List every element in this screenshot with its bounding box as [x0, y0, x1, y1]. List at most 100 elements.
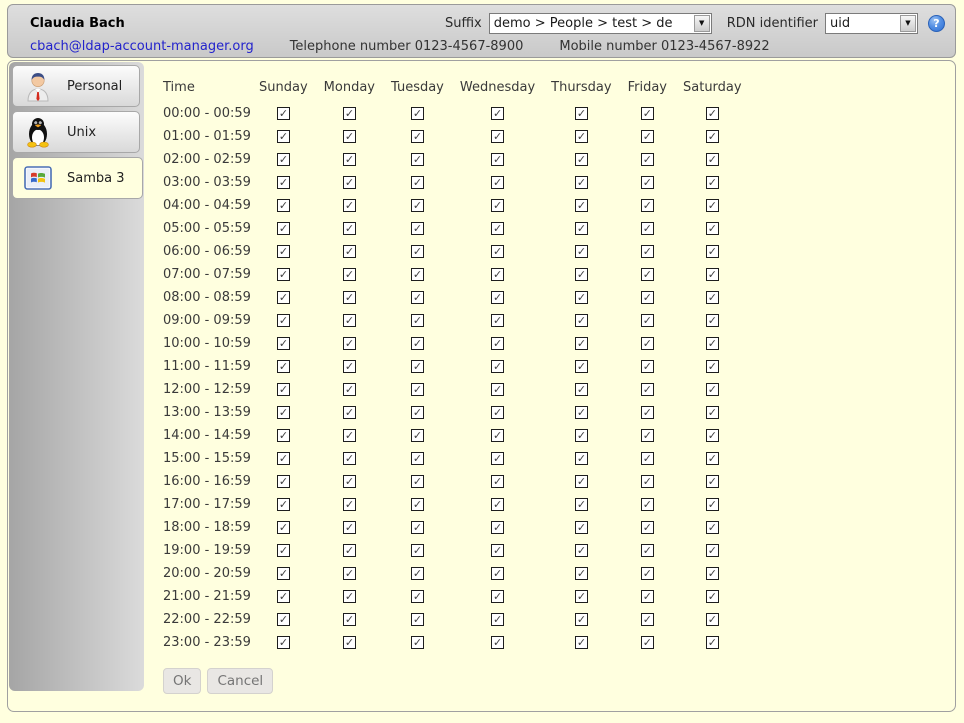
- hour-checkbox[interactable]: [706, 245, 719, 258]
- hour-checkbox[interactable]: [343, 360, 356, 373]
- hour-checkbox[interactable]: [277, 360, 290, 373]
- hour-checkbox[interactable]: [641, 521, 654, 534]
- hour-checkbox[interactable]: [411, 429, 424, 442]
- hour-checkbox[interactable]: [277, 291, 290, 304]
- hour-checkbox[interactable]: [706, 406, 719, 419]
- hour-checkbox[interactable]: [411, 130, 424, 143]
- hour-checkbox[interactable]: [641, 199, 654, 212]
- hour-checkbox[interactable]: [491, 590, 504, 603]
- hour-checkbox[interactable]: [641, 429, 654, 442]
- hour-checkbox[interactable]: [343, 521, 356, 534]
- hour-checkbox[interactable]: [706, 291, 719, 304]
- hour-checkbox[interactable]: [491, 452, 504, 465]
- cancel-button[interactable]: Cancel: [207, 668, 273, 694]
- hour-checkbox[interactable]: [491, 153, 504, 166]
- hour-checkbox[interactable]: [343, 199, 356, 212]
- hour-checkbox[interactable]: [277, 590, 290, 603]
- hour-checkbox[interactable]: [491, 268, 504, 281]
- hour-checkbox[interactable]: [706, 429, 719, 442]
- tab-personal[interactable]: Personal: [12, 65, 140, 107]
- hour-checkbox[interactable]: [491, 475, 504, 488]
- hour-checkbox[interactable]: [641, 383, 654, 396]
- hour-checkbox[interactable]: [575, 199, 588, 212]
- hour-checkbox[interactable]: [277, 245, 290, 258]
- hour-checkbox[interactable]: [343, 544, 356, 557]
- hour-checkbox[interactable]: [277, 176, 290, 189]
- hour-checkbox[interactable]: [343, 406, 356, 419]
- hour-checkbox[interactable]: [575, 429, 588, 442]
- hour-checkbox[interactable]: [343, 613, 356, 626]
- hour-checkbox[interactable]: [411, 498, 424, 511]
- ok-button[interactable]: Ok: [163, 668, 201, 694]
- hour-checkbox[interactable]: [706, 475, 719, 488]
- hour-checkbox[interactable]: [277, 636, 290, 649]
- hour-checkbox[interactable]: [641, 475, 654, 488]
- hour-checkbox[interactable]: [411, 153, 424, 166]
- hour-checkbox[interactable]: [343, 176, 356, 189]
- hour-checkbox[interactable]: [706, 199, 719, 212]
- hour-checkbox[interactable]: [706, 383, 719, 396]
- tab-unix[interactable]: Unix: [12, 111, 140, 153]
- hour-checkbox[interactable]: [706, 176, 719, 189]
- hour-checkbox[interactable]: [411, 590, 424, 603]
- hour-checkbox[interactable]: [491, 222, 504, 235]
- hour-checkbox[interactable]: [575, 544, 588, 557]
- hour-checkbox[interactable]: [706, 337, 719, 350]
- hour-checkbox[interactable]: [575, 452, 588, 465]
- hour-checkbox[interactable]: [706, 268, 719, 281]
- hour-checkbox[interactable]: [411, 475, 424, 488]
- hour-checkbox[interactable]: [411, 521, 424, 534]
- hour-checkbox[interactable]: [641, 636, 654, 649]
- hour-checkbox[interactable]: [277, 613, 290, 626]
- hour-checkbox[interactable]: [575, 613, 588, 626]
- hour-checkbox[interactable]: [277, 130, 290, 143]
- hour-checkbox[interactable]: [641, 590, 654, 603]
- hour-checkbox[interactable]: [491, 360, 504, 373]
- hour-checkbox[interactable]: [411, 314, 424, 327]
- hour-checkbox[interactable]: [641, 452, 654, 465]
- hour-checkbox[interactable]: [575, 590, 588, 603]
- hour-checkbox[interactable]: [411, 406, 424, 419]
- hour-checkbox[interactable]: [277, 406, 290, 419]
- hour-checkbox[interactable]: [277, 429, 290, 442]
- hour-checkbox[interactable]: [706, 567, 719, 580]
- hour-checkbox[interactable]: [277, 498, 290, 511]
- hour-checkbox[interactable]: [343, 475, 356, 488]
- hour-checkbox[interactable]: [411, 360, 424, 373]
- hour-checkbox[interactable]: [411, 383, 424, 396]
- hour-checkbox[interactable]: [277, 314, 290, 327]
- hour-checkbox[interactable]: [277, 383, 290, 396]
- hour-checkbox[interactable]: [411, 199, 424, 212]
- hour-checkbox[interactable]: [343, 636, 356, 649]
- hour-checkbox[interactable]: [491, 199, 504, 212]
- hour-checkbox[interactable]: [343, 107, 356, 120]
- hour-checkbox[interactable]: [641, 613, 654, 626]
- hour-checkbox[interactable]: [491, 498, 504, 511]
- hour-checkbox[interactable]: [277, 521, 290, 534]
- hour-checkbox[interactable]: [706, 590, 719, 603]
- hour-checkbox[interactable]: [575, 314, 588, 327]
- hour-checkbox[interactable]: [277, 107, 290, 120]
- hour-checkbox[interactable]: [706, 544, 719, 557]
- hour-checkbox[interactable]: [575, 498, 588, 511]
- hour-checkbox[interactable]: [343, 291, 356, 304]
- email-link[interactable]: cbach@ldap-account-manager.org: [30, 39, 254, 54]
- hour-checkbox[interactable]: [343, 452, 356, 465]
- hour-checkbox[interactable]: [641, 222, 654, 235]
- hour-checkbox[interactable]: [575, 291, 588, 304]
- hour-checkbox[interactable]: [641, 291, 654, 304]
- hour-checkbox[interactable]: [641, 176, 654, 189]
- hour-checkbox[interactable]: [706, 107, 719, 120]
- hour-checkbox[interactable]: [411, 268, 424, 281]
- hour-checkbox[interactable]: [491, 521, 504, 534]
- hour-checkbox[interactable]: [277, 222, 290, 235]
- hour-checkbox[interactable]: [575, 475, 588, 488]
- hour-checkbox[interactable]: [575, 636, 588, 649]
- hour-checkbox[interactable]: [491, 544, 504, 557]
- hour-checkbox[interactable]: [277, 452, 290, 465]
- hour-checkbox[interactable]: [706, 521, 719, 534]
- hour-checkbox[interactable]: [706, 360, 719, 373]
- help-icon[interactable]: ?: [928, 15, 945, 32]
- hour-checkbox[interactable]: [575, 176, 588, 189]
- hour-checkbox[interactable]: [491, 383, 504, 396]
